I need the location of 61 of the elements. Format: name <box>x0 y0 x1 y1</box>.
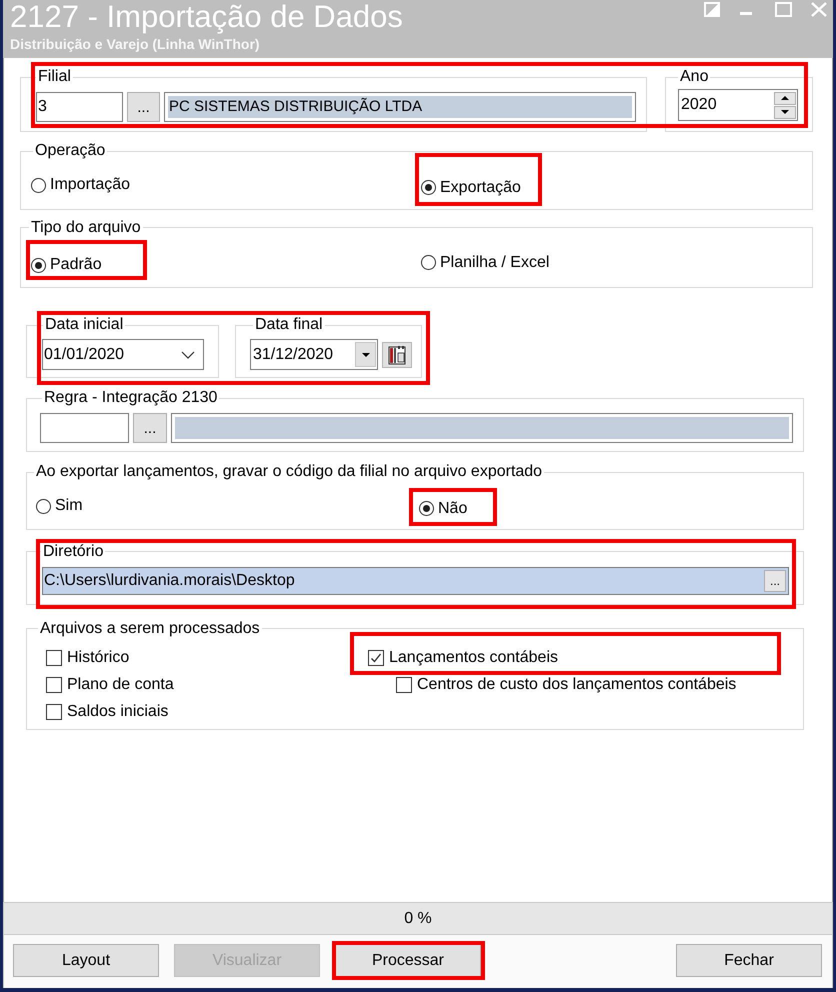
triangle-up-icon <box>781 96 789 100</box>
calendar-button[interactable] <box>382 342 412 368</box>
checkbox[interactable] <box>46 650 62 666</box>
radio-label: Planilha / Excel <box>440 252 550 272</box>
group-legend: Data final <box>253 316 325 334</box>
radio-label: Exportação <box>440 178 521 198</box>
checkbox[interactable] <box>46 704 62 720</box>
window-subtitle: Distribuição e Varejo (Linha WinThor) <box>10 35 261 53</box>
group-legend: Regra - Integração 2130 <box>42 389 220 407</box>
radio-button[interactable] <box>31 178 46 192</box>
triangle-down-icon <box>781 110 789 114</box>
year-value: 2020 <box>681 95 717 115</box>
triangle-down-icon <box>362 352 370 356</box>
checkbox[interactable] <box>46 677 62 693</box>
radio-label: Sim <box>55 496 83 516</box>
year-field[interactable]: 2020 <box>678 89 798 121</box>
radio-button[interactable] <box>419 501 434 516</box>
group-legend: Diretório <box>41 542 106 560</box>
group-legend: Ao exportar lançamentos, gravar o código da filial no arquivo exportado <box>34 463 544 481</box>
radio-button[interactable] <box>36 498 51 514</box>
checkbox-label: Lançamentos contábeis <box>389 648 558 668</box>
lookup-button[interactable]: ... <box>133 413 167 443</box>
checkbox[interactable] <box>368 650 384 666</box>
chevron-down-icon[interactable] <box>181 350 195 358</box>
group-legend: Ano <box>678 68 710 86</box>
group-legend: Operação <box>33 142 108 160</box>
rule-description-field[interactable] <box>171 413 793 443</box>
calendar-icon <box>388 344 406 364</box>
radio-label: Importação <box>50 175 130 195</box>
radio-button[interactable] <box>421 180 436 195</box>
progress-text: 0 % <box>404 908 432 928</box>
radio-label: Padrão <box>50 255 102 275</box>
company-name-field[interactable]: PC SISTEMAS DISTRIBUIÇÃO LTDA <box>164 92 636 122</box>
group-legend: Data inicial <box>43 316 126 334</box>
checkbox-label: Centros de custo dos lançamentos contábeis <box>417 675 736 695</box>
lookup-button[interactable]: ... <box>127 92 160 122</box>
group-legend: Arquivos a serem processados <box>38 620 262 638</box>
radio-label: Não <box>438 498 468 518</box>
radio-button[interactable] <box>31 258 46 272</box>
date-value: 31/12/2020 <box>253 344 334 364</box>
close-button[interactable]: Fechar <box>676 944 822 977</box>
checkbox-label: Plano de conta <box>67 675 174 695</box>
browse-button[interactable]: ... <box>764 570 786 592</box>
radio-button[interactable] <box>421 255 436 270</box>
spin-up-button[interactable] <box>774 92 796 104</box>
checkbox-label: Saldos iniciais <box>67 702 168 722</box>
date-field[interactable]: 01/01/2020 <box>42 339 204 370</box>
rule-code-field[interactable] <box>40 413 129 443</box>
group-legend: Filial <box>36 68 73 86</box>
dropdown-button[interactable] <box>355 342 376 367</box>
window-title: 2127 - Importação de Dados <box>10 0 403 34</box>
date-value: 01/01/2020 <box>44 344 124 364</box>
checkbox-label: Histórico <box>67 648 130 668</box>
code-field[interactable]: 3 <box>36 92 123 122</box>
spin-down-button[interactable] <box>774 106 796 118</box>
layout-button[interactable]: Layout <box>13 944 159 977</box>
checkbox[interactable] <box>396 677 412 693</box>
group-legend: Tipo do arquivo <box>29 218 143 236</box>
process-button[interactable]: Processar <box>335 944 481 977</box>
directory-field[interactable]: C:\Users\lurdivania.morais\Desktop ... <box>42 566 789 594</box>
date-field[interactable]: 31/12/2020 <box>250 339 378 370</box>
